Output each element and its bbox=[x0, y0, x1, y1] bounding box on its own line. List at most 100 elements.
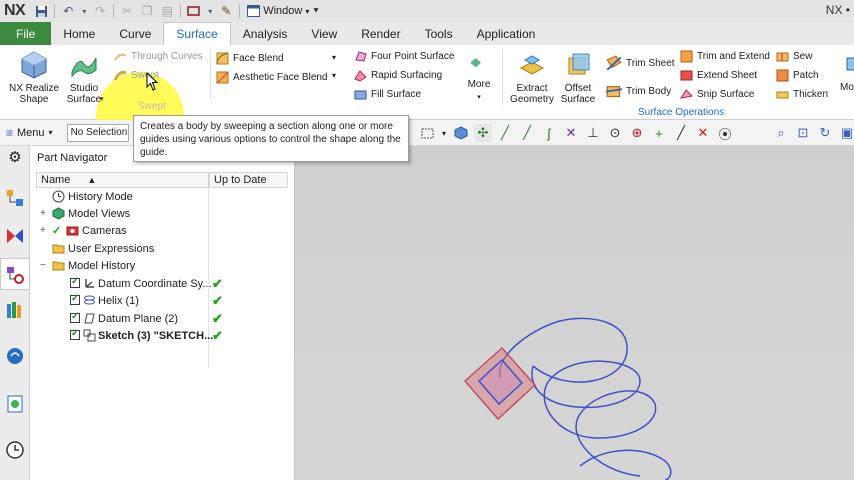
reuse-library-icon[interactable] bbox=[5, 300, 25, 320]
more-icon bbox=[470, 58, 481, 68]
fit-icon[interactable]: ⊡ bbox=[794, 124, 812, 142]
extend-sheet-button[interactable]: Extend Sheet bbox=[680, 69, 757, 82]
line-icon[interactable]: ╱ bbox=[496, 124, 514, 142]
point-icon[interactable]: ⊥ bbox=[584, 124, 602, 142]
face-blend-button[interactable]: Face Blend bbox=[216, 52, 284, 65]
tree-row-history-mode[interactable]: History Mode bbox=[30, 188, 295, 205]
chevron-down-icon[interactable]: ▾ bbox=[80, 3, 88, 19]
tab-home[interactable]: Home bbox=[51, 22, 107, 45]
sew-button[interactable]: Sew bbox=[776, 50, 812, 63]
gear-icon[interactable]: ⚙ bbox=[5, 148, 25, 168]
tab-curve[interactable]: Curve bbox=[107, 22, 163, 45]
save-icon[interactable] bbox=[33, 3, 49, 19]
tree-row-user-expressions[interactable]: User Expressions bbox=[30, 240, 295, 257]
window-title: NX • bbox=[825, 3, 850, 17]
quadrant-icon[interactable]: ⊕ bbox=[628, 124, 646, 142]
expand-icon[interactable]: + bbox=[40, 225, 46, 236]
tab-tools[interactable]: Tools bbox=[413, 22, 465, 45]
chevron-down-icon[interactable]: ▾ bbox=[332, 53, 336, 62]
view-icon[interactable]: ▣ bbox=[838, 124, 854, 142]
assembly-navigator-icon[interactable] bbox=[5, 188, 25, 208]
trim-body-button[interactable]: Trim Body bbox=[606, 83, 671, 99]
extract-geometry-button[interactable]: Extract Geometry bbox=[508, 50, 556, 105]
through-curves-icon bbox=[114, 53, 127, 61]
tab-view[interactable]: View bbox=[299, 22, 349, 45]
rapid-surfacing-button[interactable]: Rapid Surfacing bbox=[354, 69, 442, 82]
part-navigator-tab[interactable] bbox=[0, 258, 30, 290]
window-menu[interactable]: Window ▾ ⯆ bbox=[247, 5, 320, 17]
tree-row-sketch[interactable]: Sketch (3) "SKETCH... ✔ bbox=[30, 327, 295, 344]
snap-point-icon[interactable]: ⦿ bbox=[716, 124, 734, 142]
history-palette-icon[interactable] bbox=[5, 394, 25, 414]
command-finder-icon[interactable]: ✎ bbox=[218, 3, 234, 19]
overflow-label[interactable]: Mo bbox=[840, 82, 854, 93]
redo-icon[interactable]: ↷ bbox=[92, 3, 108, 19]
chevron-down-icon[interactable]: ▾ bbox=[206, 3, 214, 19]
paste-icon[interactable]: ▤ bbox=[159, 3, 175, 19]
trim-sheet-button[interactable]: Trim Sheet bbox=[606, 55, 675, 71]
intersection-icon[interactable]: ✕ bbox=[562, 124, 580, 142]
chevron-down-icon[interactable]: ▾ bbox=[332, 71, 336, 80]
fill-surface-button[interactable]: Fill Surface bbox=[354, 88, 421, 101]
curve-icon[interactable]: ʃ bbox=[540, 124, 558, 142]
offset-surface-button[interactable]: Offset Surface bbox=[558, 50, 598, 105]
studio-surface-button[interactable]: Studio Surface ▾ bbox=[62, 50, 106, 105]
line-icon[interactable]: ╱ bbox=[672, 124, 690, 142]
selection-filter-dropdown[interactable]: No Selection Filter bbox=[66, 123, 129, 142]
four-point-surface-button[interactable]: Four Point Surface bbox=[354, 50, 454, 63]
aesthetic-face-blend-button[interactable]: Aesthetic Face Blend bbox=[216, 71, 328, 84]
trim-and-extend-button[interactable]: Trim and Extend bbox=[680, 50, 770, 63]
undo-icon[interactable]: ↶ bbox=[60, 3, 76, 19]
tree-row-label: Cameras bbox=[82, 224, 127, 237]
cut-icon[interactable]: ✂ bbox=[119, 3, 135, 19]
center-icon[interactable]: ⊙ bbox=[606, 124, 624, 142]
visibility-checkbox[interactable] bbox=[70, 293, 80, 305]
more-button[interactable]: More ▾ bbox=[464, 50, 494, 103]
visibility-checkbox[interactable] bbox=[70, 311, 80, 323]
close-icon[interactable]: ✕ bbox=[694, 124, 712, 142]
tab-surface[interactable]: Surface bbox=[163, 22, 231, 45]
tree-row-model-history[interactable]: − Model History bbox=[30, 257, 295, 274]
chevron-down-icon: ▾ bbox=[48, 128, 53, 137]
column-header-name[interactable]: Name ▲ bbox=[36, 172, 209, 188]
tab-file[interactable]: File bbox=[0, 22, 52, 45]
tab-analysis[interactable]: Analysis bbox=[231, 22, 300, 45]
visibility-checkbox[interactable] bbox=[70, 276, 80, 288]
visibility-checkbox[interactable] bbox=[70, 328, 80, 340]
snip-surface-button[interactable]: Snip Surface bbox=[680, 88, 754, 101]
column-header-up-to-date[interactable]: Up to Date bbox=[209, 172, 288, 188]
selection-rectangle-icon[interactable] bbox=[186, 3, 202, 19]
expand-icon[interactable]: + bbox=[40, 208, 46, 219]
patch-button[interactable]: Patch bbox=[776, 69, 819, 82]
fill-surface-label: Fill Surface bbox=[371, 89, 422, 100]
plus-icon[interactable]: + bbox=[650, 124, 668, 142]
tree-row-model-views[interactable]: + Model Views bbox=[30, 205, 295, 222]
snap-grid-icon[interactable]: ✣ bbox=[474, 124, 492, 142]
ribbon-overflow-icon[interactable] bbox=[846, 57, 854, 71]
menu-button[interactable]: ≡ Menu ▾ bbox=[0, 126, 59, 140]
clock-icon[interactable] bbox=[5, 440, 25, 460]
chevron-down-icon[interactable]: ▾ bbox=[440, 124, 448, 142]
through-curves-button[interactable]: Through Curves bbox=[114, 50, 203, 63]
line-icon[interactable]: ╱ bbox=[518, 124, 536, 142]
selection-rectangle-icon[interactable] bbox=[418, 124, 436, 142]
tree-row-datum-csys[interactable]: Datum Coordinate Sy... ✔ bbox=[30, 275, 295, 292]
window-icon bbox=[247, 5, 261, 17]
rotate-icon[interactable]: ↻ bbox=[816, 124, 834, 142]
constraint-navigator-icon[interactable] bbox=[5, 226, 25, 246]
copy-icon[interactable]: ❐ bbox=[139, 3, 155, 19]
tab-application[interactable]: Application bbox=[465, 22, 548, 45]
graphics-window[interactable] bbox=[295, 146, 854, 480]
collapse-icon[interactable]: − bbox=[40, 260, 46, 271]
zoom-icon[interactable]: ⌕ bbox=[772, 124, 790, 142]
resource-bar: ⚙ bbox=[0, 146, 30, 480]
thicken-button[interactable]: Thicken bbox=[776, 88, 828, 101]
tree-row-helix[interactable]: Helix (1) ✔ bbox=[30, 292, 295, 309]
tree-row-cameras[interactable]: + ✓ Cameras bbox=[30, 222, 295, 239]
cube-icon[interactable] bbox=[452, 124, 470, 142]
nx-realize-shape-button[interactable]: NX Realize Shape bbox=[8, 50, 60, 105]
trim-sheet-icon bbox=[606, 55, 622, 71]
tab-render[interactable]: Render bbox=[349, 22, 412, 45]
web-browser-icon[interactable] bbox=[5, 346, 25, 366]
tree-row-datum-plane[interactable]: Datum Plane (2) ✔ bbox=[30, 310, 295, 327]
